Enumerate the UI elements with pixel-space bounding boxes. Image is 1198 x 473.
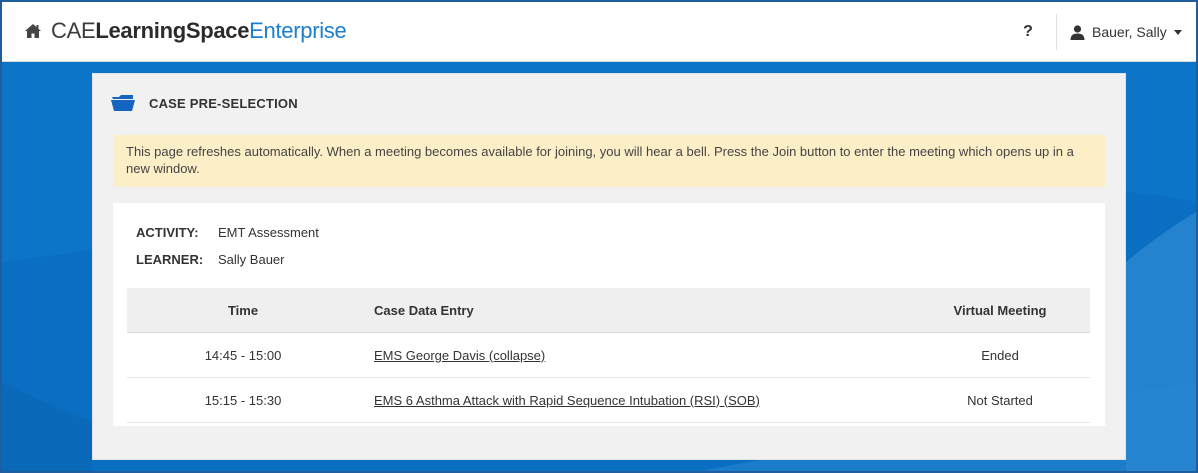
table-row: 14:45 - 15:00 EMS George Davis (collapse…: [127, 332, 1090, 378]
activity-label: ACTIVITY:: [136, 225, 199, 240]
case-link[interactable]: EMS 6 Asthma Attack with Rapid Sequence …: [374, 393, 760, 408]
learner-row: LEARNER: Sally Bauer: [136, 252, 284, 267]
table-row: 15:15 - 15:30 EMS 6 Asthma Attack with R…: [127, 377, 1090, 423]
app-window: CAE LearningSpace Enterprise ? Bauer, Sall…: [0, 0, 1198, 473]
case-cell: EMS George Davis (collapse): [359, 332, 910, 378]
learner-label: LEARNER:: [136, 252, 204, 267]
meeting-status-cell: Not Started: [910, 377, 1090, 423]
help-button[interactable]: ?: [1008, 17, 1048, 47]
panel-title: CASE PRE-SELECTION: [149, 95, 298, 111]
column-header-case-data-entry: Case Data Entry: [359, 288, 910, 333]
home-icon: [25, 24, 41, 38]
column-header-time: Time: [127, 288, 359, 333]
brand-text-enterprise: Enterprise: [249, 18, 347, 43]
user-name: Bauer, Sally: [1092, 24, 1167, 40]
activity-value: EMT Assessment: [218, 225, 319, 240]
table-header-row: Time Case Data Entry Virtual Meeting: [127, 288, 1090, 333]
navbar-divider: [1056, 14, 1057, 50]
brand-logo-link[interactable]: CAE LearningSpace Enterprise: [24, 16, 347, 46]
user-menu-button[interactable]: Bauer, Sally: [1070, 17, 1182, 47]
chevron-down-icon: [1173, 29, 1182, 35]
time-cell: 14:45 - 15:00: [127, 332, 359, 378]
auto-refresh-notice: This page refreshes automatically. When …: [113, 135, 1105, 187]
activity-card: ACTIVITY: EMT Assessment LEARNER: Sally …: [113, 203, 1105, 426]
case-cell: EMS 6 Asthma Attack with Rapid Sequence …: [359, 377, 910, 423]
activity-row: ACTIVITY: EMT Assessment: [136, 225, 319, 240]
brand-text-learningspace: LearningSpace: [95, 18, 250, 43]
column-header-virtual-meeting: Virtual Meeting: [910, 288, 1090, 333]
time-cell: 15:15 - 15:30: [127, 377, 359, 423]
case-preselection-panel: CASE PRE-SELECTION This page refreshes a…: [92, 73, 1126, 460]
case-table: Time Case Data Entry Virtual Meeting 14:…: [127, 288, 1090, 423]
meeting-status-cell: Ended: [910, 332, 1090, 378]
case-link[interactable]: EMS George Davis (collapse): [374, 348, 545, 363]
top-navbar: CAE LearningSpace Enterprise ? Bauer, Sall…: [2, 2, 1196, 62]
brand-text-cae: CAE: [51, 18, 96, 43]
panel-header: CASE PRE-SELECTION: [111, 93, 298, 113]
user-icon: [1070, 24, 1085, 40]
folder-open-icon: [111, 95, 135, 111]
learner-value: Sally Bauer: [218, 252, 285, 267]
